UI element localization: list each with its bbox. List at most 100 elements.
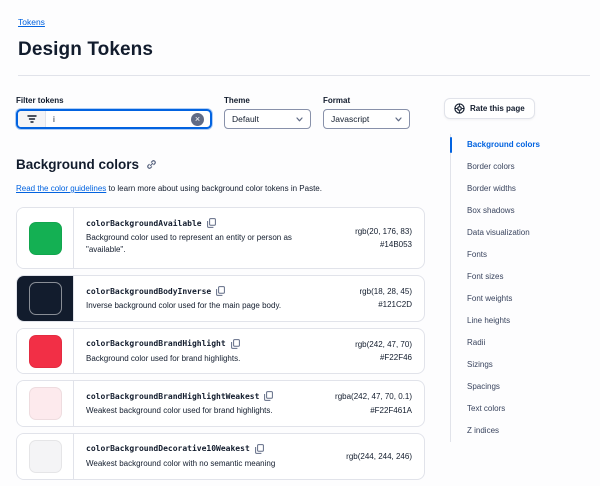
color-swatch xyxy=(29,440,62,473)
token-rgb-value: rgb(18, 28, 45) xyxy=(360,285,412,298)
page-rail: Rate this page Background colors Border … xyxy=(443,96,600,442)
swatch-preview xyxy=(17,381,74,426)
toc-item-text-colors[interactable]: Text colors xyxy=(467,398,600,420)
token-controls: Filter tokens × Theme xyxy=(16,96,425,129)
token-name: colorBackgroundBrandHighlightWeakest xyxy=(86,392,259,401)
filter-label: Filter tokens xyxy=(16,96,212,105)
copy-icon[interactable] xyxy=(207,218,216,228)
token-values: rgb(20, 176, 83) #14B053 xyxy=(355,225,424,251)
token-values: rgba(242, 47, 70, 0.1) #F22F461A xyxy=(335,390,424,416)
token-name: colorBackgroundDecorative10Weakest xyxy=(86,444,250,453)
format-label: Format xyxy=(323,96,410,105)
token-rgb-value: rgb(244, 244, 246) xyxy=(346,450,412,463)
color-guidelines-link[interactable]: Read the color guidelines xyxy=(16,184,106,193)
close-icon: × xyxy=(195,114,200,124)
toc-item-spacings[interactable]: Spacings xyxy=(467,376,600,398)
main-content: Filter tokens × Theme xyxy=(16,96,425,480)
token-description: Background color used for brand highligh… xyxy=(86,353,314,365)
page-title: Design Tokens xyxy=(18,39,590,61)
feedback-icon xyxy=(454,103,465,114)
token-description: Weakest background color with no semanti… xyxy=(86,458,314,470)
theme-label: Theme xyxy=(224,96,311,105)
token-list: colorBackgroundAvailable Background colo… xyxy=(16,207,425,479)
token-description: Inverse background color used for the ma… xyxy=(86,300,314,312)
token-hex-value: #121C2D xyxy=(360,298,412,311)
toc-item-sizings[interactable]: Sizings xyxy=(467,354,600,376)
toc-item-border-colors[interactable]: Border colors xyxy=(467,156,600,178)
swatch-preview xyxy=(17,276,74,321)
token-name: colorBackgroundBrandHighlight xyxy=(86,339,226,348)
token-description: Weakest background color used for brand … xyxy=(86,405,314,417)
rate-button-label: Rate this page xyxy=(470,104,525,113)
token-card: colorBackgroundBrandHighlightWeakest Wea… xyxy=(16,380,425,427)
token-card: colorBackgroundBrandHighlight Background… xyxy=(16,328,425,375)
copy-icon[interactable] xyxy=(231,339,240,349)
token-info: colorBackgroundBrandHighlightWeakest Wea… xyxy=(74,381,335,426)
toc-item-border-widths[interactable]: Border widths xyxy=(467,178,600,200)
rate-this-page-button[interactable]: Rate this page xyxy=(444,98,535,119)
toc-item-z-indices[interactable]: Z indices xyxy=(467,420,600,442)
token-description: Background color used to represent an en… xyxy=(86,232,314,255)
copy-icon[interactable] xyxy=(255,444,264,454)
color-swatch xyxy=(29,222,62,255)
section-intro: Read the color guidelines to learn more … xyxy=(16,183,425,194)
swatch-preview xyxy=(17,329,74,374)
toc-item-radii[interactable]: Radii xyxy=(467,332,600,354)
section-heading: Background colors xyxy=(16,157,425,172)
token-rgb-value: rgb(242, 47, 70) xyxy=(355,338,412,351)
filter-prefix xyxy=(18,111,46,127)
token-info: colorBackgroundBodyInverse Inverse backg… xyxy=(74,276,360,321)
token-card: colorBackgroundBodyInverse Inverse backg… xyxy=(16,275,425,322)
filter-tokens-input[interactable] xyxy=(46,111,191,127)
clear-filter-button[interactable]: × xyxy=(191,113,204,126)
token-card: colorBackgroundAvailable Background colo… xyxy=(16,207,425,269)
token-info: colorBackgroundBrandHighlight Background… xyxy=(74,329,355,374)
token-values: rgb(244, 244, 246) xyxy=(346,450,424,463)
filter-icon xyxy=(27,115,37,123)
color-swatch xyxy=(29,387,62,420)
chevron-down-icon xyxy=(296,117,303,122)
format-select[interactable]: Javascript xyxy=(323,109,410,129)
token-info: colorBackgroundDecorative10Weakest Weake… xyxy=(74,434,346,479)
color-swatch xyxy=(29,282,62,315)
color-swatch xyxy=(29,335,62,368)
filter-input-wrap: × xyxy=(16,109,212,129)
toc-item-line-heights[interactable]: Line heights xyxy=(467,310,600,332)
toc-item-font-weights[interactable]: Font weights xyxy=(467,288,600,310)
copy-icon[interactable] xyxy=(216,286,225,296)
toc-item-box-shadows[interactable]: Box shadows xyxy=(467,200,600,222)
page-header: Tokens Design Tokens xyxy=(0,0,600,61)
theme-select[interactable]: Default xyxy=(224,109,311,129)
design-tokens-page: Tokens Design Tokens Filter tokens xyxy=(0,0,600,486)
token-hex-value: #F22F46 xyxy=(355,351,412,364)
token-rgb-value: rgba(242, 47, 70, 0.1) xyxy=(335,390,412,403)
swatch-preview xyxy=(17,434,74,479)
token-hex-value: #F22F461A xyxy=(335,404,412,417)
breadcrumb: Tokens xyxy=(18,12,590,30)
token-values: rgb(242, 47, 70) #F22F46 xyxy=(355,338,424,364)
token-values: rgb(18, 28, 45) #121C2D xyxy=(360,285,424,311)
token-card: colorBackgroundDecorative10Weakest Weake… xyxy=(16,433,425,480)
anchor-link-icon[interactable] xyxy=(146,159,157,170)
toc-item-data-visualization[interactable]: Data visualization xyxy=(467,222,600,244)
format-select-value: Javascript xyxy=(331,114,369,124)
toc-item-background-colors[interactable]: Background colors xyxy=(467,134,600,156)
breadcrumb-tokens-link[interactable]: Tokens xyxy=(18,17,45,27)
token-hex-value: #14B053 xyxy=(355,238,412,251)
on-this-page-nav: Background colors Border colors Border w… xyxy=(450,134,600,442)
token-name: colorBackgroundBodyInverse xyxy=(86,287,211,296)
theme-field: Theme Default xyxy=(224,96,311,129)
token-name: colorBackgroundAvailable xyxy=(86,219,202,228)
format-field: Format Javascript xyxy=(323,96,410,129)
theme-select-value: Default xyxy=(232,114,259,124)
section-title: Background colors xyxy=(16,157,139,172)
token-info: colorBackgroundAvailable Background colo… xyxy=(74,208,355,268)
copy-icon[interactable] xyxy=(264,391,273,401)
section-intro-text: to learn more about using background col… xyxy=(106,184,322,193)
filter-field: Filter tokens × xyxy=(16,96,212,129)
swatch-preview xyxy=(17,208,74,268)
toc-item-fonts[interactable]: Fonts xyxy=(467,244,600,266)
chevron-down-icon xyxy=(395,117,402,122)
token-rgb-value: rgb(20, 176, 83) xyxy=(355,225,412,238)
toc-item-font-sizes[interactable]: Font sizes xyxy=(467,266,600,288)
